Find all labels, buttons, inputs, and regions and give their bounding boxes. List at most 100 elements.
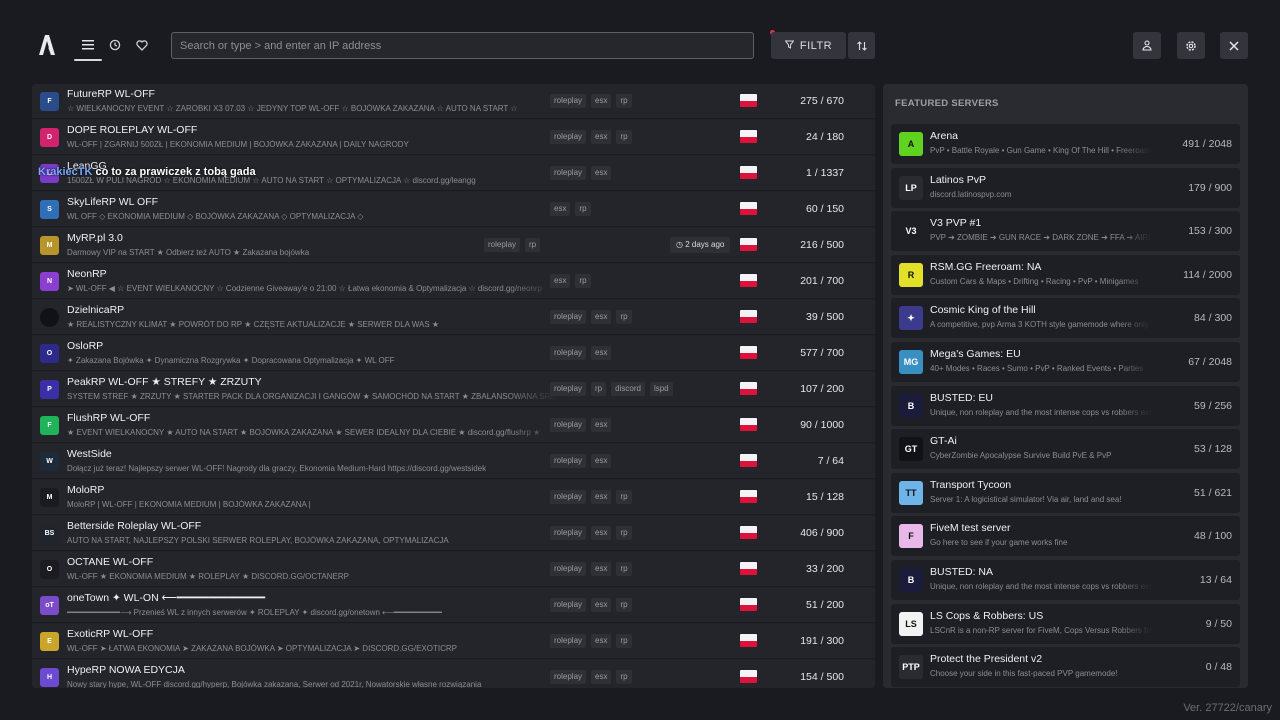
server-icon: F [40, 92, 59, 111]
settings-button[interactable] [1177, 32, 1205, 59]
server-row[interactable]: H HypeRP NOWA EDYCJA Nowy stary hype, WL-O… [32, 660, 875, 688]
history-icon[interactable] [103, 33, 127, 57]
server-tag[interactable]: roleplay [550, 382, 587, 396]
server-tag[interactable]: esx [550, 274, 571, 288]
server-tag[interactable]: esx [591, 346, 612, 360]
server-tag[interactable]: roleplay [550, 94, 587, 108]
server-row[interactable]: oT oneTown ✦ WL-ON ⟵━━━━━━━━━━━━━━ ━━━━━━━… [32, 588, 875, 623]
server-tag[interactable]: rp [616, 94, 632, 108]
server-row[interactable]: O OsloRP ✦ Zakazana Bojówka ✦ Dynamiczna R… [32, 336, 875, 371]
server-name: DzielnicaRP [67, 304, 125, 316]
server-tag[interactable]: esx [550, 202, 571, 216]
server-icon: W [40, 452, 59, 471]
server-description: WL-OFF ★ EKONOMIA MEDIUM ★ ROLEPLAY ★ DI… [67, 572, 349, 581]
featured-server-card[interactable]: GT GT-Ai CyberZombie Apocalypse Survive Bu… [891, 429, 1240, 470]
server-row[interactable]: W WestSide Dołącz już teraz! Najlepszy ser… [32, 444, 875, 479]
server-tag[interactable]: roleplay [550, 454, 587, 468]
featured-player-count: 153 / 300 [1188, 225, 1232, 238]
featured-server-card[interactable]: A Arena PvP • Battle Royale • Gun Game • K… [891, 124, 1240, 164]
featured-server-card[interactable]: R RSM.GG Freeroam: NA Custom Cars & Maps •… [891, 254, 1240, 295]
player-count: 33 / 200 [806, 563, 844, 575]
server-row[interactable]: P PeakRP WL-OFF ★ STREFY ★ ZRZUTY SYSTEM S… [32, 372, 875, 407]
server-tag[interactable]: esx [591, 418, 612, 432]
server-row[interactable]: DzielnicaRP ★ REALISTYCZNY KLIMAT ★ POWRÓ… [32, 300, 875, 335]
last-played-badge: ◷ 2 days ago [670, 237, 731, 253]
server-tag[interactable]: rp [616, 490, 632, 504]
server-row[interactable]: F FutureRP WL-OFF ☆ WIELKANOCNY EVENT ☆ ZA… [32, 84, 875, 119]
server-tag[interactable]: esx [591, 562, 612, 576]
featured-server-card[interactable]: F FiveM test server Go here to see if your… [891, 516, 1240, 557]
filter-label: FILTR [799, 39, 833, 52]
server-tag[interactable]: rp [575, 202, 591, 216]
search-input[interactable] [171, 32, 754, 59]
server-tag[interactable]: esx [591, 634, 612, 648]
server-tag[interactable]: rp [575, 274, 591, 288]
server-name: OsloRP [67, 340, 104, 352]
server-tag[interactable]: roleplay [550, 166, 587, 180]
server-tag[interactable]: discord [611, 382, 645, 396]
featured-server-card[interactable]: LS LS Cops & Robbers: US LSCnR is a non-RP… [891, 603, 1240, 644]
server-tag[interactable]: rp [616, 130, 632, 144]
server-row[interactable]: S SkyLifeRP WL OFF WL OFF ◇ EKONOMIA MEDIU… [32, 192, 875, 227]
fivem-logo[interactable] [36, 33, 58, 57]
server-row[interactable]: D DOPE ROLEPLAY WL-OFF WL-OFF | ZGARNIJ 50… [32, 120, 875, 155]
server-tag[interactable]: lspd [649, 382, 673, 396]
server-tag[interactable]: esx [591, 454, 612, 468]
server-tag[interactable]: roleplay [484, 238, 521, 252]
server-tag[interactable]: roleplay [550, 598, 587, 612]
featured-server-card[interactable]: B BUSTED: NA Unique, non roleplay and the … [891, 560, 1240, 600]
featured-server-description: CyberZombie Apocalypse Survive Build PvE… [930, 451, 1112, 461]
server-tag[interactable]: esx [591, 166, 612, 180]
featured-server-card[interactable]: TT Transport Tycoon Server 1: A logicistic… [891, 472, 1240, 513]
server-tag[interactable]: esx [591, 94, 612, 108]
server-tag[interactable]: rp [616, 526, 632, 540]
server-tag[interactable]: roleplay [550, 670, 587, 684]
featured-server-card[interactable]: V3 V3 PVP #1 PVP ➔ ZOMBIE ➔ GUN RACE ➔ DAR… [891, 211, 1240, 252]
server-tag[interactable]: roleplay [550, 310, 587, 324]
filter-button[interactable]: FILTR [771, 32, 846, 59]
server-tag[interactable]: roleplay [550, 130, 587, 144]
server-tag[interactable]: rp [616, 598, 632, 612]
server-tag[interactable]: rp [616, 670, 632, 684]
profile-button[interactable] [1133, 32, 1161, 59]
server-tag[interactable]: roleplay [550, 634, 587, 648]
chat-overlay-message: KrakiecTK co to za prawiczek z tobą gada [38, 166, 256, 178]
player-count: 15 / 128 [806, 491, 844, 503]
favorites-heart-icon[interactable] [130, 33, 154, 57]
sort-button[interactable] [848, 32, 875, 59]
server-row[interactable]: M MyRP.pl 3.0 Darmowy VIP na START ★ Odbie… [32, 228, 875, 263]
chat-author: KrakiecTK [38, 166, 93, 178]
version-label: Ver. 27722/canary [1183, 702, 1272, 714]
server-row[interactable]: O OCTANE WL-OFF WL-OFF ★ EKONOMIA MEDIUM ★… [32, 552, 875, 587]
server-tag[interactable]: roleplay [550, 562, 587, 576]
server-tag[interactable]: rp [616, 562, 632, 576]
server-row[interactable]: F FlushRP WL-OFF ★ EVENT WIELKANOCNY ★ AUT… [32, 408, 875, 443]
featured-server-card[interactable]: PTP Protect the President v2 Choose your s… [891, 647, 1240, 688]
server-tag[interactable]: rp [525, 238, 541, 252]
server-row[interactable]: E ExoticRP WL-OFF WL-OFF ➤ ŁATWA EKONOMIA … [32, 624, 875, 659]
featured-server-name: BUSTED: EU [930, 391, 994, 404]
server-tag[interactable]: roleplay [550, 526, 587, 540]
server-tag[interactable]: rp [616, 310, 632, 324]
server-tag[interactable]: rp [616, 634, 632, 648]
server-row[interactable]: N NeonRP ➤ WL-OFF ◀ ☆ EVENT WIELKANOCNY ☆ … [32, 264, 875, 299]
server-row[interactable]: M MoloRP MoloRP | WL-OFF | EKONOMIA MEDIUM… [32, 480, 875, 515]
server-tag[interactable]: roleplay [550, 490, 587, 504]
server-tags: roleplay esx rp [550, 310, 632, 324]
server-tag[interactable]: roleplay [550, 346, 587, 360]
server-tag[interactable]: esx [591, 598, 612, 612]
featured-server-card[interactable]: LP Latinos PvP discord.latinospvp.com 179 /… [891, 167, 1240, 208]
server-tag[interactable]: roleplay [550, 418, 587, 432]
server-row[interactable]: BS Betterside Roleplay WL-OFF AUTO NA STAR… [32, 516, 875, 551]
close-button[interactable] [1220, 32, 1248, 59]
featured-server-card[interactable]: MG Mega's Games: EU 40+ Modes • Races • Su… [891, 342, 1240, 382]
server-tag[interactable]: esx [591, 526, 612, 540]
featured-server-card[interactable]: B BUSTED: EU Unique, non roleplay and the … [891, 385, 1240, 426]
server-tag[interactable]: esx [591, 490, 612, 504]
server-tag[interactable]: esx [591, 670, 612, 684]
server-tag[interactable]: esx [591, 310, 612, 324]
server-tag[interactable]: rp [591, 382, 607, 396]
featured-server-card[interactable]: ✦ Cosmic King of the Hill A competitive, p… [891, 298, 1240, 339]
server-list-menu-icon[interactable] [74, 33, 102, 61]
server-tag[interactable]: esx [591, 130, 612, 144]
